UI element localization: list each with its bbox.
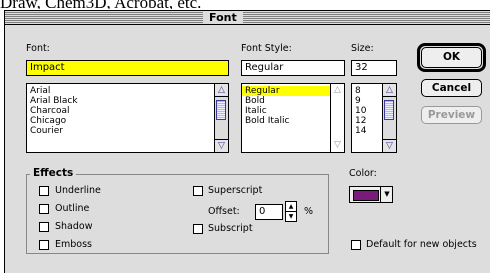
list-item[interactable]: Charcoal xyxy=(27,106,228,116)
color-picker-divider xyxy=(380,187,381,202)
font-input[interactable]: Impact xyxy=(26,60,229,76)
scroll-up-arrow-icon: △ xyxy=(331,84,344,97)
size-input[interactable]: 32 xyxy=(351,60,397,76)
shadow-label: Shadow xyxy=(55,221,93,232)
color-swatch xyxy=(353,190,379,201)
dialog-title: Font xyxy=(203,11,243,24)
offset-label: Offset: xyxy=(208,206,240,217)
list-item-selected[interactable]: Regular xyxy=(242,86,330,96)
emboss-label: Emboss xyxy=(55,239,92,250)
offset-input[interactable]: 0 xyxy=(255,204,283,220)
ok-button[interactable]: OK xyxy=(421,47,482,68)
scroll-down-arrow-icon[interactable]: ▽ xyxy=(383,139,396,152)
color-label: Color: xyxy=(349,168,377,179)
font-dialog: Font Font: Impact Arial Arial Black Char… xyxy=(4,10,490,273)
scroll-down-arrow-icon: ▽ xyxy=(331,139,344,152)
background-document-text: Draw, Chem3D, Acrobat, etc. xyxy=(0,0,210,9)
superscript-label: Superscript xyxy=(208,185,263,196)
list-item[interactable]: Bold Italic xyxy=(242,116,344,126)
color-picker[interactable]: ▼ xyxy=(349,186,393,203)
shadow-checkbox[interactable] xyxy=(39,222,49,232)
underline-label: Underline xyxy=(55,185,101,196)
outline-checkbox[interactable] xyxy=(39,204,49,214)
scroll-down-arrow-icon[interactable]: ▽ xyxy=(215,139,228,152)
list-item[interactable]: Chicago xyxy=(27,116,228,126)
size-label: Size: xyxy=(351,43,374,54)
font-style-list[interactable]: Regular Bold Italic Bold Italic △ ▽ xyxy=(241,83,345,153)
scroll-thumb[interactable] xyxy=(216,100,226,120)
underline-checkbox[interactable] xyxy=(39,186,49,196)
subscript-checkbox[interactable] xyxy=(193,224,203,234)
effects-label: Effects xyxy=(30,167,77,179)
default-for-new-objects-label: Default for new objects xyxy=(366,239,477,250)
font-list-scrollbar[interactable]: △ ▽ xyxy=(214,84,228,152)
font-style-label: Font Style: xyxy=(241,43,292,54)
stepper-down-icon[interactable]: ▼ xyxy=(286,212,296,221)
subscript-label: Subscript xyxy=(208,223,253,234)
outline-label: Outline xyxy=(55,203,90,214)
size-list-scrollbar[interactable]: △ ▽ xyxy=(382,84,396,152)
chevron-down-icon: ▼ xyxy=(384,190,390,198)
font-list[interactable]: Arial Arial Black Charcoal Chicago Couri… xyxy=(26,83,229,153)
superscript-checkbox[interactable] xyxy=(193,186,203,196)
list-item[interactable]: Bold xyxy=(242,96,344,106)
emboss-checkbox[interactable] xyxy=(39,240,49,250)
offset-stepper[interactable]: ▲ ▼ xyxy=(285,201,297,222)
list-item[interactable]: Italic xyxy=(242,106,344,116)
scroll-up-arrow-icon[interactable]: △ xyxy=(383,84,396,97)
preview-button[interactable]: Preview xyxy=(421,106,482,124)
list-item[interactable]: Courier xyxy=(27,126,228,136)
list-item[interactable]: Arial Black xyxy=(27,96,228,106)
dialog-title-bar[interactable]: Font xyxy=(5,11,490,25)
font-style-input[interactable]: Regular xyxy=(241,60,345,76)
font-style-scrollbar: △ ▽ xyxy=(330,84,344,152)
list-item[interactable]: Arial xyxy=(27,86,228,96)
scroll-up-arrow-icon[interactable]: △ xyxy=(215,84,228,97)
scroll-thumb[interactable] xyxy=(384,100,394,120)
size-list[interactable]: 8 9 10 12 14 △ ▽ xyxy=(351,83,397,153)
font-label: Font: xyxy=(26,43,50,54)
default-for-new-objects-checkbox[interactable] xyxy=(351,240,361,250)
offset-unit: % xyxy=(304,206,314,217)
stepper-up-icon[interactable]: ▲ xyxy=(286,202,296,212)
cancel-button[interactable]: Cancel xyxy=(421,79,482,97)
